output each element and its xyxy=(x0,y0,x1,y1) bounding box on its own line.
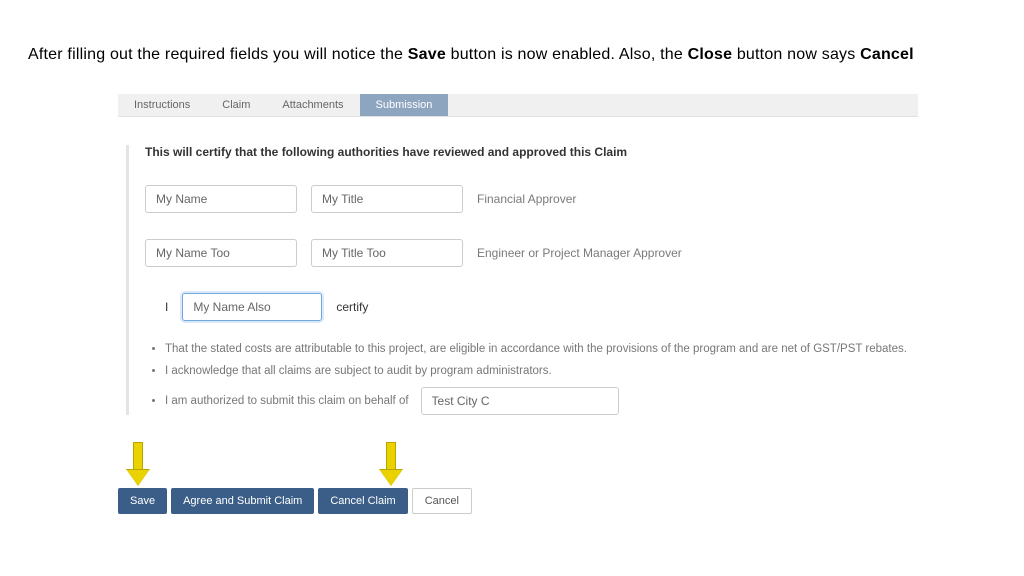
bullet-authorized: I am authorized to submit this claim on … xyxy=(165,387,918,415)
cancel-claim-button[interactable]: Cancel Claim xyxy=(318,488,407,514)
financial-role-label: Financial Approver xyxy=(477,192,576,206)
form-title: This will certify that the following aut… xyxy=(145,145,918,159)
action-buttons: Save Agree and Submit Claim Cancel Claim… xyxy=(118,488,472,514)
tab-instructions[interactable]: Instructions xyxy=(118,94,206,116)
bullet-audit: I acknowledge that all claims are subjec… xyxy=(165,365,918,377)
caption-text: After filling out the required fields yo… xyxy=(28,46,914,64)
arrow-cancel-icon xyxy=(381,442,399,488)
agree-submit-button[interactable]: Agree and Submit Claim xyxy=(171,488,314,514)
tabs-underline xyxy=(118,116,918,117)
bullet-authorized-text: I am authorized to submit this claim on … xyxy=(165,395,409,407)
engineer-approver-row: Engineer or Project Manager Approver xyxy=(145,239,918,267)
tab-attachments[interactable]: Attachments xyxy=(266,94,359,116)
financial-title-input[interactable] xyxy=(311,185,463,213)
bullet-costs: That the stated costs are attributable t… xyxy=(165,343,918,355)
engineer-title-input[interactable] xyxy=(311,239,463,267)
cancel-button[interactable]: Cancel xyxy=(412,488,472,514)
save-button[interactable]: Save xyxy=(118,488,167,514)
certify-prefix: I xyxy=(165,300,168,314)
financial-name-input[interactable] xyxy=(145,185,297,213)
financial-approver-row: Financial Approver xyxy=(145,185,918,213)
submission-form: This will certify that the following aut… xyxy=(126,145,918,415)
certify-row: I certify xyxy=(165,293,918,321)
certify-bullets: That the stated costs are attributable t… xyxy=(165,343,918,415)
tab-submission[interactable]: Submission xyxy=(360,94,449,116)
certify-name-input[interactable] xyxy=(182,293,322,321)
behalf-of-input[interactable] xyxy=(421,387,619,415)
certify-suffix: certify xyxy=(336,300,368,314)
arrow-save-icon xyxy=(128,442,146,488)
tab-bar: Instructions Claim Attachments Submissio… xyxy=(118,94,918,116)
claim-panel: Instructions Claim Attachments Submissio… xyxy=(118,94,918,425)
engineer-role-label: Engineer or Project Manager Approver xyxy=(477,246,682,260)
tab-claim[interactable]: Claim xyxy=(206,94,266,116)
engineer-name-input[interactable] xyxy=(145,239,297,267)
